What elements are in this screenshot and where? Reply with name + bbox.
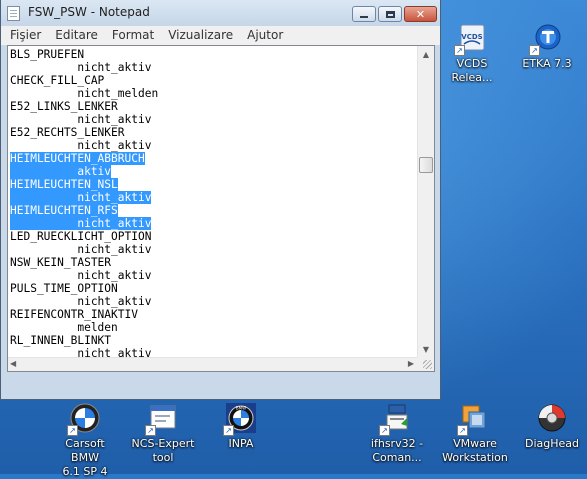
scrollbar-corner <box>417 357 434 371</box>
scroll-thumb[interactable] <box>419 157 433 173</box>
close-button[interactable]: ✕ <box>404 6 437 22</box>
text-line[interactable]: nicht_aktiv <box>10 269 151 282</box>
text-line[interactable]: aktiv <box>10 165 112 178</box>
desktop-icon-vcds[interactable]: VCDS ↗ VCDS Relea... <box>437 22 507 85</box>
text-line[interactable]: nicht_aktiv <box>10 139 151 152</box>
vertical-scrollbar[interactable]: ▲ ▼ <box>417 46 434 357</box>
menu-edit[interactable]: Editare <box>48 26 105 45</box>
bmw-roundel-icon: ↗ <box>67 402 101 436</box>
desktop-icon-carsoft[interactable]: ↗ Carsoft BMW 6.1 SP 4 <box>50 402 120 479</box>
minimize-icon <box>360 16 368 18</box>
text-line[interactable]: nicht_melden <box>10 87 158 100</box>
text-line[interactable]: nicht_aktiv <box>10 113 151 126</box>
text-line[interactable]: RL_INNEN_BLINKT <box>10 334 111 347</box>
text-line[interactable]: melden <box>10 321 117 334</box>
menu-file[interactable]: Fişier <box>1 26 48 45</box>
shortcut-arrow-icon: ↗ <box>67 425 78 436</box>
text-line[interactable]: E52_RECHTS_LENKER <box>10 126 125 139</box>
text-line[interactable]: HEIMLEUCHTEN_NSL <box>10 178 118 191</box>
scroll-up-icon[interactable]: ▲ <box>418 46 434 62</box>
text-line[interactable]: nicht_aktiv <box>10 295 151 308</box>
title-bar[interactable]: FSW_PSW - Notepad ✕ <box>1 0 440 26</box>
text-line[interactable]: nicht_aktiv <box>10 243 151 256</box>
close-icon: ✕ <box>415 7 426 21</box>
scroll-left-icon[interactable]: ◀ <box>10 359 16 368</box>
desktop-icon-etka[interactable]: ↗ ETKA 7.3 <box>512 22 582 71</box>
desktop-icon-label: DiagHead <box>524 437 579 450</box>
desktop-icon-label: NCS-Expert tool <box>131 437 195 464</box>
text-line[interactable]: E52_LINKS_LENKER <box>10 100 118 113</box>
horizontal-scrollbar[interactable]: ◀ ▶ <box>8 357 417 371</box>
text-line[interactable]: CHECK_FILL_CAP <box>10 74 104 87</box>
notepad-icon[interactable] <box>7 6 20 21</box>
desktop-icon-label: Carsoft BMW 6.1 SP 4 <box>62 437 108 478</box>
text-line[interactable]: HEIMLEUCHTEN_RFS <box>10 204 118 217</box>
desktop-icon-diaghead[interactable]: DiagHead <box>517 402 587 451</box>
desktop-icon-label: VCDS Relea... <box>451 57 493 84</box>
text-area[interactable]: BLS_PRUEFEN nicht_aktiv CHECK_FILL_CAP ni… <box>8 46 417 360</box>
text-line[interactable]: BLS_PRUEFEN <box>10 48 84 61</box>
server-tool-icon: ↗ <box>379 402 413 436</box>
text-line[interactable]: HEIMLEUCHTEN_ABBRUCH <box>10 152 145 165</box>
maximize-icon <box>385 10 395 18</box>
inpa-bmw-icon: BMW ↗ <box>223 402 257 436</box>
menu-format[interactable]: Format <box>105 26 161 45</box>
menu-view[interactable]: Vizualizare <box>161 26 240 45</box>
desktop-icon-vmware[interactable]: ↗ VMware Workstation <box>440 402 510 465</box>
shortcut-arrow-icon: ↗ <box>379 425 390 436</box>
application-window-icon: ↗ <box>145 402 179 436</box>
desktop-icon-label: INPA <box>228 437 254 450</box>
desktop: FSW_PSW - Notepad ✕ Fişier Editare Forma… <box>0 0 587 478</box>
notepad-window: FSW_PSW - Notepad ✕ Fişier Editare Forma… <box>0 0 441 400</box>
text-editor[interactable]: BLS_PRUEFEN nicht_aktiv CHECK_FILL_CAP ni… <box>7 45 435 372</box>
desktop-icon-inpa[interactable]: BMW ↗ INPA <box>206 402 276 451</box>
text-line[interactable]: NSW_KEIN_TASTER <box>10 256 111 269</box>
resize-grip-icon[interactable] <box>423 360 432 369</box>
diaghead-icon <box>536 402 568 434</box>
vcds-logo-text: VCDS <box>461 33 482 41</box>
text-line[interactable]: nicht_aktiv <box>10 217 152 230</box>
text-line[interactable]: REIFENCONTR_INAKTIV <box>10 308 138 321</box>
desktop-icon-ifhsrv32[interactable]: ↗ ifhsrv32 - Coman... <box>362 402 432 465</box>
vmware-icon: ↗ <box>457 402 491 436</box>
menu-help[interactable]: Ajutor <box>240 26 290 45</box>
minimize-button[interactable] <box>352 6 376 22</box>
inpa-logo-text: BMW <box>236 406 246 411</box>
text-line[interactable]: nicht_aktiv <box>10 191 152 204</box>
desktop-icon-ncs-expert[interactable]: ↗ NCS-Expert tool <box>128 402 198 465</box>
desktop-icon-label: VMware Workstation <box>442 437 508 464</box>
vcds-icon: VCDS ↗ <box>454 22 488 56</box>
menu-bar: Fişier Editare Format Vizualizare Ajutor <box>1 26 440 45</box>
desktop-icon-label: ifhsrv32 - Coman... <box>370 437 424 464</box>
shortcut-arrow-icon: ↗ <box>454 45 465 56</box>
shortcut-arrow-icon: ↗ <box>145 425 156 436</box>
text-line[interactable]: nicht_aktiv <box>10 61 151 74</box>
text-line[interactable]: LED_RUECKLICHT_OPTION <box>10 230 151 243</box>
desktop-icon-label: ETKA 7.3 <box>522 57 572 70</box>
scroll-down-icon[interactable]: ▼ <box>418 341 434 357</box>
shortcut-arrow-icon: ↗ <box>529 45 540 56</box>
text-line[interactable]: PULS_TIME_OPTION <box>10 282 118 295</box>
maximize-button[interactable] <box>378 6 402 22</box>
scroll-right-icon[interactable]: ▶ <box>408 359 414 368</box>
shortcut-arrow-icon: ↗ <box>457 425 468 436</box>
shortcut-arrow-icon: ↗ <box>223 425 234 436</box>
etka-icon: ↗ <box>529 22 563 56</box>
window-title: FSW_PSW - Notepad <box>28 5 150 19</box>
